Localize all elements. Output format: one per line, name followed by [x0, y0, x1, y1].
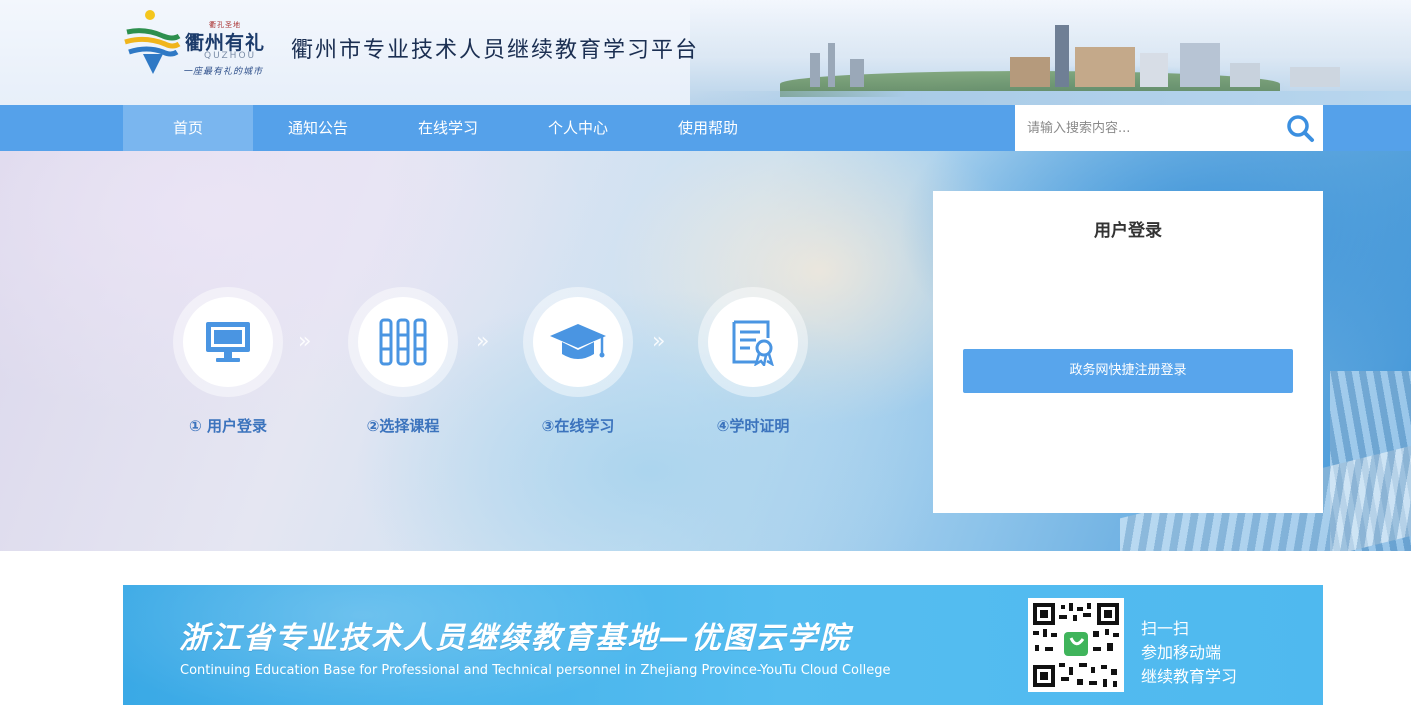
promo-banner[interactable]: 浙江省专业技术人员继续教育基地—优图云学院 Continuing Educati… [123, 585, 1323, 705]
scan-line: 继续教育学习 [1141, 667, 1238, 686]
nav-item-personal-center[interactable]: 个人中心 [513, 105, 643, 151]
step-user-login[interactable]: ① 用户登录 [173, 287, 283, 447]
login-panel: 用户登录 政务网快捷注册登录 [933, 191, 1323, 513]
promo-title: 浙江省专业技术人员继续教育基地—优图云学院 [179, 621, 851, 656]
logo-mark-icon [124, 28, 181, 74]
site-header: 衢孔圣地 衢州有礼 QUZHOU 一座最有礼的城市 衢州市专业技术人员继续教育学… [0, 0, 1411, 105]
scan-line: 参加移动端 [1141, 643, 1222, 662]
step-online-study[interactable]: ③在线学习 [523, 287, 633, 447]
step-label: ④学时证明 [716, 417, 790, 435]
quzhou-logo[interactable]: 衢孔圣地 衢州有礼 QUZHOU 一座最有礼的城市 [121, 8, 281, 80]
search-input[interactable] [1015, 105, 1275, 151]
city-skyline-banner [690, 0, 1411, 105]
gov-register-login-button[interactable]: 政务网快捷注册登录 [963, 349, 1293, 393]
certificate-icon [732, 320, 774, 366]
step-label: ③在线学习 [541, 417, 615, 435]
nav-item-notices[interactable]: 通知公告 [253, 105, 383, 151]
scan-instructions: 扫一扫 参加移动端 继续教育学习 [1141, 617, 1237, 689]
logo-city-en: QUZHOU [204, 51, 257, 61]
nav-item-online-learning[interactable]: 在线学习 [383, 105, 513, 151]
chevron-right-icon: » [298, 329, 312, 354]
search-icon [1287, 115, 1314, 142]
hero-banner: ① 用户登录 » ②选择课程 » ③在线学习 » ④学时证明 用户登录 政务网快… [0, 151, 1411, 551]
course-shelf-icon [379, 318, 427, 366]
login-title: 用户登录 [1094, 221, 1162, 241]
step-select-course[interactable]: ②选择课程 [348, 287, 458, 447]
sun-dot-icon [145, 10, 155, 20]
search-box [1015, 105, 1323, 151]
search-button[interactable] [1279, 105, 1323, 151]
chevron-right-icon: » [652, 329, 666, 354]
qr-code-icon [1031, 601, 1121, 689]
step-label: ②选择课程 [366, 417, 440, 435]
step-label: ① 用户登录 [189, 417, 267, 435]
chevron-right-icon: » [476, 329, 490, 354]
logo-slogan: 一座最有礼的城市 [183, 67, 264, 77]
promo-subtitle: Continuing Education Base for Profession… [180, 663, 891, 678]
nav-item-home[interactable]: 首页 [123, 105, 253, 151]
scan-line: 扫一扫 [1141, 619, 1190, 638]
monitor-icon [206, 322, 250, 362]
qr-code [1028, 598, 1124, 692]
graduation-cap-icon [550, 324, 606, 359]
site-title: 衢州市专业技术人员继续教育学习平台 [291, 38, 700, 63]
main-nav: 首页 通知公告 在线学习 个人中心 使用帮助 [0, 105, 1411, 151]
step-certificate[interactable]: ④学时证明 [698, 287, 808, 447]
nav-item-help[interactable]: 使用帮助 [643, 105, 773, 151]
